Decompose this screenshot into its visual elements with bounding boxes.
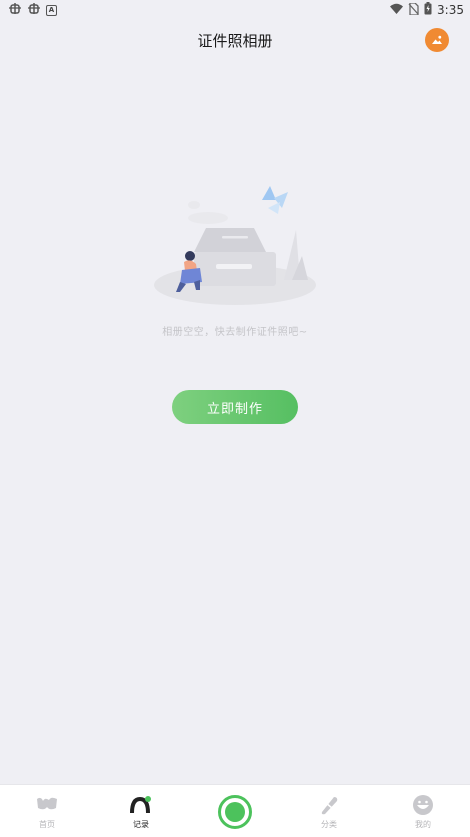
profile-icon — [411, 794, 435, 816]
nav-item-camera[interactable] — [188, 785, 282, 837]
status-bar-left: A — [8, 2, 57, 19]
photo-button[interactable] — [425, 28, 449, 52]
title-bar: 证件照相册 — [0, 22, 470, 58]
shutter-dot — [225, 802, 245, 822]
nav-item-category[interactable]: 分类 — [282, 785, 376, 837]
nav-item-profile[interactable]: 我的 — [376, 785, 470, 837]
empty-inbox-illustration — [150, 178, 320, 310]
nav-label-category: 分类 — [321, 820, 337, 829]
no-sim-icon — [408, 1, 419, 18]
status-bar-right: 3:35 — [390, 1, 464, 18]
photo-icon — [432, 35, 442, 44]
record-icon — [129, 794, 153, 816]
nav-label-record: 记录 — [133, 820, 149, 829]
clock-time: 3:35 — [437, 3, 464, 17]
nav-label-profile: 我的 — [415, 820, 431, 829]
battery-icon — [424, 2, 432, 18]
a-icon: A — [46, 4, 57, 16]
empty-message: 相册空空，快去制作证件照吧~ — [162, 327, 308, 338]
bug-icon — [8, 2, 22, 19]
nav-item-home[interactable]: 首页 — [0, 785, 94, 837]
status-bar: A 3:35 — [0, 0, 470, 20]
make-now-button[interactable]: 立即制作 — [172, 390, 298, 424]
category-icon — [317, 794, 341, 816]
nav-label-home: 首页 — [39, 820, 55, 829]
wifi-icon — [390, 3, 404, 17]
nav-item-record[interactable]: 记录 — [94, 785, 188, 837]
bottom-nav: 首页 记录 分类 我的 — [0, 784, 470, 837]
home-icon — [35, 794, 59, 816]
page-title: 证件照相册 — [197, 31, 273, 50]
camera-shutter-icon — [218, 795, 252, 829]
bug-icon — [27, 2, 41, 19]
